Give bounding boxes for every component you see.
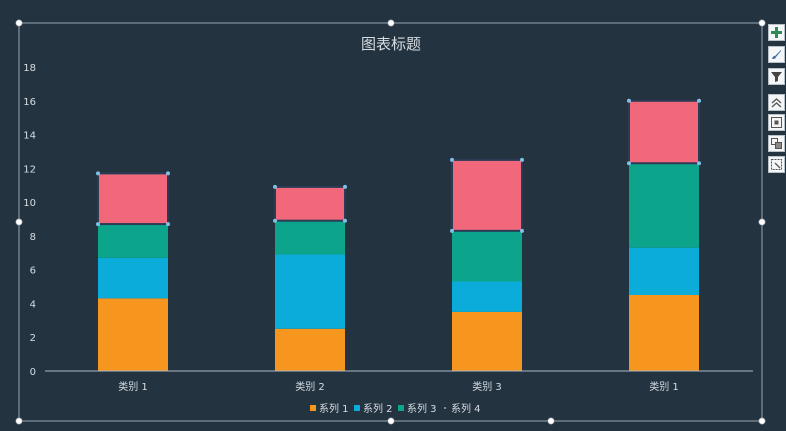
- y-tick-label: 4: [30, 299, 36, 310]
- resize-handle[interactable]: [15, 417, 23, 425]
- bar-segment[interactable]: [98, 224, 168, 258]
- selection-handle[interactable]: [627, 161, 631, 166]
- y-tick-label: 8: [30, 232, 36, 243]
- selection-handle[interactable]: [520, 157, 524, 162]
- y-tick-label: 18: [23, 63, 36, 74]
- legend-swatch[interactable]: [398, 405, 404, 411]
- y-tick-label: 12: [23, 164, 36, 175]
- resize-handle[interactable]: [387, 417, 395, 425]
- resize-handle[interactable]: [758, 19, 766, 27]
- bar-segment[interactable]: [629, 100, 699, 164]
- selection-handle[interactable]: [520, 228, 524, 233]
- bar-segment[interactable]: [629, 295, 699, 371]
- legend-label[interactable]: 系列 3: [407, 402, 437, 415]
- x-tick-label: 类别 1: [649, 380, 679, 393]
- selection-handle[interactable]: [273, 184, 277, 189]
- chart-styles-brush-icon: [772, 50, 781, 59]
- selection-handle[interactable]: [343, 218, 347, 223]
- arrange-layers-button[interactable]: [768, 135, 785, 152]
- selection-handle[interactable]: [450, 157, 454, 162]
- x-tick-label: 类别 3: [472, 380, 502, 393]
- selection-handle[interactable]: [697, 161, 701, 166]
- x-tick-label: 类别 1: [118, 380, 148, 393]
- chart-elements-plus-icon: [771, 27, 782, 38]
- resize-handle[interactable]: [758, 417, 766, 425]
- y-tick-label: 16: [23, 97, 36, 108]
- legend-label[interactable]: 系列 2: [363, 402, 393, 415]
- bar-segment[interactable]: [275, 186, 345, 221]
- legend-swatch[interactable]: [354, 405, 360, 411]
- x-tick-label: 类别 2: [295, 380, 325, 393]
- bar-segment[interactable]: [452, 230, 522, 282]
- chart-filters-funnel-icon: [771, 72, 782, 82]
- resize-handle[interactable]: [547, 417, 555, 425]
- selection-handle[interactable]: [450, 228, 454, 233]
- bar-segment[interactable]: [275, 220, 345, 255]
- y-axis-labels: 0 2 4 6 8 10 12 14 16 18: [23, 63, 36, 378]
- bar-segment[interactable]: [452, 281, 522, 312]
- group-objects-icon: [771, 117, 782, 128]
- selection-handle[interactable]: [273, 218, 277, 223]
- legend-swatch[interactable]: [310, 405, 316, 411]
- selection-handle[interactable]: [343, 184, 347, 189]
- legend-label[interactable]: 系列 1: [319, 402, 349, 415]
- resize-handle[interactable]: [387, 19, 395, 27]
- legend-swatch[interactable]: [444, 407, 446, 409]
- x-axis-labels: 类别 1 类别 2 类别 3 类别 1: [118, 380, 679, 393]
- bar-segment[interactable]: [98, 173, 168, 225]
- bar-segment[interactable]: [275, 254, 345, 329]
- chart-elements-button[interactable]: [768, 24, 785, 41]
- chart-title[interactable]: 图表标题: [361, 35, 421, 53]
- bar-segment[interactable]: [629, 163, 699, 248]
- chart-styles-button[interactable]: [768, 46, 785, 63]
- chart-filters-button[interactable]: [768, 68, 785, 85]
- y-tick-label: 2: [30, 333, 36, 344]
- bar-series-group[interactable]: [96, 98, 701, 371]
- bar-segment[interactable]: [452, 159, 522, 231]
- bring-forward-button[interactable]: [768, 94, 785, 111]
- y-tick-label: 10: [23, 198, 36, 209]
- bar-segment[interactable]: [629, 247, 699, 295]
- legend[interactable]: 系列 1 系列 2 系列 3 系列 4: [310, 402, 481, 415]
- group-objects-button[interactable]: [768, 114, 785, 131]
- y-tick-label: 6: [30, 266, 36, 277]
- y-tick-label: 0: [30, 367, 36, 378]
- bar-segment[interactable]: [98, 257, 168, 299]
- crop-select-icon: [771, 159, 782, 170]
- resize-handle[interactable]: [15, 218, 23, 226]
- selection-handle[interactable]: [697, 98, 701, 103]
- bar-segment[interactable]: [98, 298, 168, 371]
- resize-handle[interactable]: [758, 218, 766, 226]
- y-tick-label: 14: [23, 131, 36, 142]
- selection-handle[interactable]: [96, 171, 100, 176]
- arrange-layers-icon: [771, 138, 782, 149]
- bar-segment[interactable]: [275, 328, 345, 371]
- chart-canvas[interactable]: 图表标题 0 2 4 6 8 10 12 14 16 18 类别 1 类别 2 类别 3 类别 1 系列…: [0, 0, 786, 431]
- selection-handle[interactable]: [166, 222, 170, 227]
- bar-segment[interactable]: [452, 311, 522, 371]
- bring-forward-icon: [771, 98, 782, 108]
- resize-handle[interactable]: [15, 19, 23, 27]
- legend-label[interactable]: 系列 4: [451, 402, 481, 415]
- selection-handle[interactable]: [96, 222, 100, 227]
- selection-handle[interactable]: [166, 171, 170, 176]
- selection-handle[interactable]: [627, 98, 631, 103]
- crop-select-button[interactable]: [768, 156, 785, 173]
